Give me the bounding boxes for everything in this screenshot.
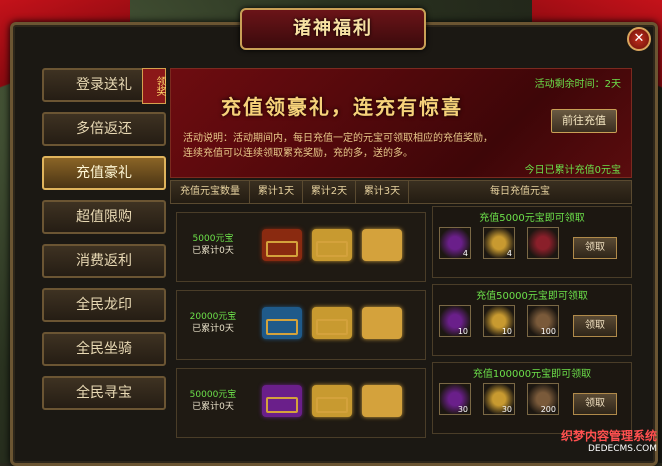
watermark-line2: DEDECMS.COM	[588, 444, 657, 454]
daily-reward-panel: 充值100000元宝即可领取 30 30 200 领取	[432, 362, 632, 434]
claim-button[interactable]: 领取	[573, 393, 617, 415]
item-count: 4	[462, 249, 468, 258]
fire-figure-icon[interactable]	[527, 227, 559, 259]
wood-icon[interactable]: 100	[527, 305, 559, 337]
claim-button[interactable]: 领取	[573, 237, 617, 259]
purple-orb-icon[interactable]: 4	[439, 227, 471, 259]
reward-title: 充值5000元宝即可领取	[479, 213, 585, 224]
promo-banner: 活动剩余时间：2天 充值领豪礼，连充有惊喜 前往充值 活动说明：活动期间内，每日…	[170, 68, 632, 178]
sidebar-item-4[interactable]: 消费返利	[42, 244, 166, 278]
item-count: 10	[501, 327, 512, 336]
sidebar-item-label: 多倍返还	[76, 121, 132, 137]
sidebar-item-label: 消费返利	[76, 253, 132, 269]
wood-icon[interactable]: 200	[527, 383, 559, 415]
tier-cumulative: 已累计0天	[192, 324, 234, 334]
item-count: 30	[457, 405, 468, 414]
close-button[interactable]: ✕	[627, 27, 651, 51]
treasure-chest-icon[interactable]	[312, 229, 352, 261]
treasure-chest-icon[interactable]	[362, 385, 402, 417]
item-count: 100	[540, 327, 556, 336]
tier-cumulative: 已累计0天	[192, 246, 234, 256]
treasure-chest-icon[interactable]	[312, 307, 352, 339]
sidebar-item-0[interactable]: 登录送礼 领奖	[42, 68, 166, 104]
tier-row: 5000元宝 已累计0天	[176, 212, 426, 282]
treasure-chest-icon[interactable]	[312, 385, 352, 417]
sidebar: 登录送礼 领奖多倍返还充值豪礼超值限购消费返利全民龙印全民坐骑全民寻宝	[42, 68, 166, 420]
tier-amount-value: 5000元宝	[192, 234, 234, 244]
item-count: 10	[457, 327, 468, 336]
item-count: 4	[506, 249, 512, 258]
sidebar-item-3[interactable]: 超值限购	[42, 200, 166, 234]
goto-recharge-button[interactable]: 前往充值	[551, 109, 617, 133]
purple-orb-icon[interactable]: 30	[439, 383, 471, 415]
tier-amount-value: 20000元宝	[189, 312, 237, 322]
sidebar-item-5[interactable]: 全民龙印	[42, 288, 166, 322]
sidebar-item-label: 全民寻宝	[76, 385, 132, 401]
treasure-chest-icon[interactable]	[262, 385, 302, 417]
sidebar-item-1[interactable]: 多倍返还	[42, 112, 166, 146]
reward-title: 充值50000元宝即可领取	[476, 291, 588, 302]
item-count: 200	[540, 405, 556, 414]
scroll-icon[interactable]: 4	[483, 227, 515, 259]
header-amount: 充值元宝数量	[171, 181, 250, 203]
tier-amount: 50000元宝 已累计0天	[183, 389, 243, 413]
header-day1: 累计1天	[250, 181, 303, 203]
watermark-line1: 织梦内容管理系统	[560, 429, 657, 443]
today-recharge-total: 今日已累计充值0元宝	[524, 165, 621, 176]
treasure-chest-icon[interactable]	[262, 307, 302, 339]
main-panel: 活动剩余时间：2天 充值领豪礼，连充有惊喜 前往充值 活动说明：活动期间内，每日…	[170, 68, 632, 438]
sidebar-item-label: 充值豪礼	[76, 165, 132, 181]
activity-description: 活动说明：活动期间内，每日充值一定的元宝可领取相应的充值奖励，连续充值可以连续领…	[183, 133, 493, 159]
banner-slogan: 充值领豪礼，连充有惊喜	[221, 95, 463, 119]
treasure-chest-icon[interactable]	[262, 229, 302, 261]
reward-badge: 领奖	[142, 68, 166, 104]
table-header: 充值元宝数量 累计1天 累计2天 累计3天 每日充值元宝	[170, 180, 632, 204]
reward-title: 充值100000元宝即可领取	[472, 369, 592, 380]
purple-orb-icon[interactable]: 10	[439, 305, 471, 337]
scroll-icon[interactable]: 30	[483, 383, 515, 415]
sidebar-item-6[interactable]: 全民坐骑	[42, 332, 166, 366]
treasure-chest-icon[interactable]	[362, 229, 402, 261]
daily-reward-panel: 充值50000元宝即可领取 10 10 100 领取	[432, 284, 632, 356]
sidebar-item-7[interactable]: 全民寻宝	[42, 376, 166, 410]
tier-row: 50000元宝 已累计0天	[176, 368, 426, 438]
claim-button[interactable]: 领取	[573, 315, 617, 337]
sidebar-item-label: 全民坐骑	[76, 341, 132, 357]
sidebar-item-2[interactable]: 充值豪礼	[42, 156, 166, 190]
sidebar-item-label: 超值限购	[76, 209, 132, 225]
scroll-icon[interactable]: 10	[483, 305, 515, 337]
dialog-title: 诸神福利	[293, 18, 373, 39]
tier-amount: 5000元宝 已累计0天	[183, 233, 243, 257]
tier-amount-value: 50000元宝	[189, 390, 237, 400]
sidebar-item-label: 全民龙印	[76, 297, 132, 313]
header-day3: 累计3天	[356, 181, 409, 203]
header-daily: 每日充值元宝	[490, 186, 550, 197]
watermark: 织梦内容管理系统 DEDECMS.COM	[525, 427, 657, 459]
title-plate: 诸神福利	[240, 8, 426, 50]
daily-reward-panel: 充值5000元宝即可领取 4 4 领取	[432, 206, 632, 278]
remaining-time: 活动剩余时间：2天	[534, 79, 621, 90]
tier-cumulative: 已累计0天	[192, 402, 234, 412]
sidebar-item-label: 登录送礼	[76, 77, 132, 93]
treasure-chest-icon[interactable]	[362, 307, 402, 339]
tier-row: 20000元宝 已累计0天	[176, 290, 426, 360]
tier-amount: 20000元宝 已累计0天	[183, 311, 243, 335]
item-count: 30	[501, 405, 512, 414]
header-day2: 累计2天	[303, 181, 356, 203]
